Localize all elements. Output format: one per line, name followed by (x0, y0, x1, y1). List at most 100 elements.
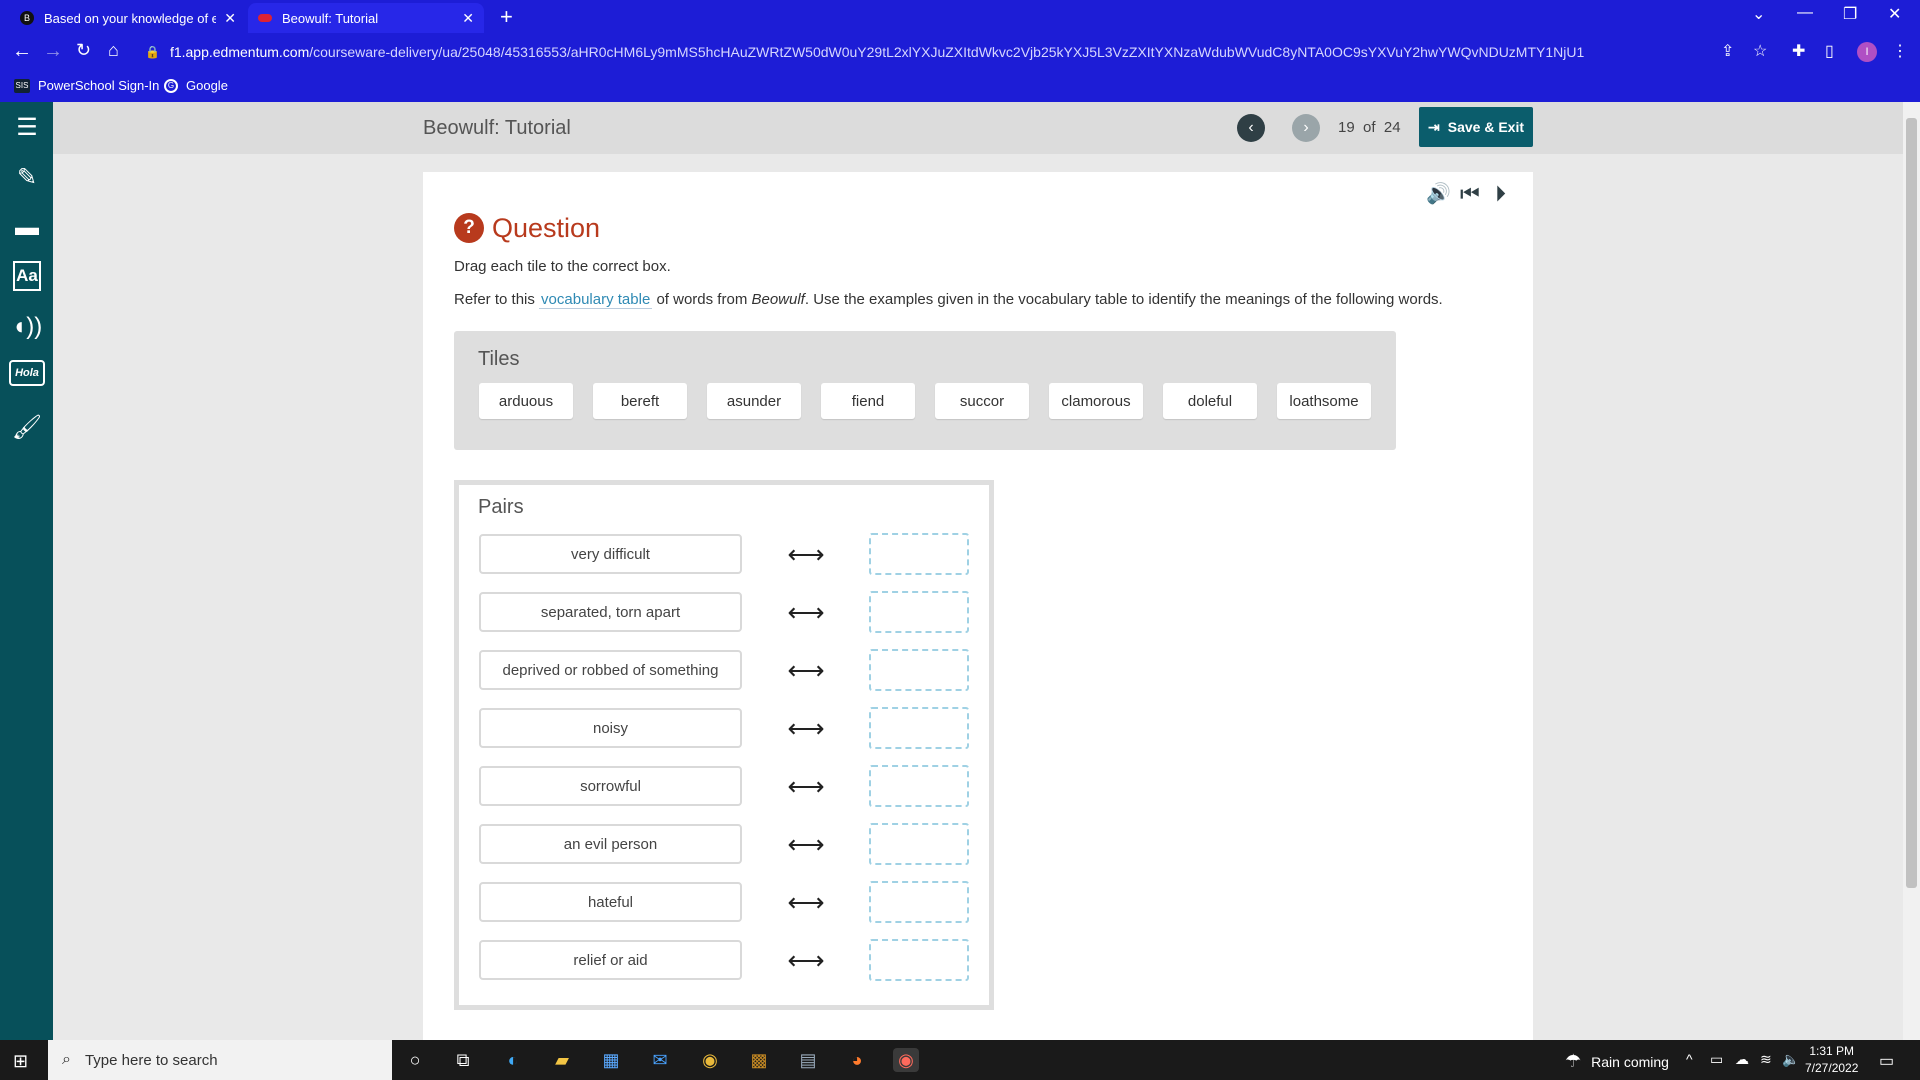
cortana-icon[interactable]: ○ (402, 1048, 428, 1072)
new-tab-icon[interactable]: + (500, 4, 513, 30)
onedrive-icon[interactable]: ☁ (1735, 1051, 1749, 1068)
bookmark-label: Google (186, 78, 228, 93)
minimize-icon[interactable]: — (1797, 4, 1813, 22)
save-exit-label: Save & Exit (1447, 119, 1524, 135)
double-arrow-icon: ⟷ (787, 539, 825, 569)
notes-icon[interactable]: ✎ (10, 160, 44, 194)
pair-definition: deprived or robbed of something (479, 650, 742, 690)
scrollbar-thumb[interactable] (1906, 118, 1917, 888)
extensions-icon[interactable]: ✚ (1792, 41, 1805, 61)
tray-chevron-icon[interactable]: ^ (1686, 1051, 1693, 1067)
double-arrow-icon: ⟷ (787, 945, 825, 975)
tile[interactable]: clamorous (1049, 383, 1143, 419)
browser-tab-epic[interactable]: B Based on your knowledge of epi ✕ (10, 3, 246, 33)
tile[interactable]: succor (935, 383, 1029, 419)
drop-box[interactable] (869, 881, 969, 923)
tile[interactable]: loathsome (1277, 383, 1371, 419)
save-exit-button[interactable]: ⇥ Save & Exit (1419, 107, 1533, 147)
bookmark-google[interactable]: G Google (164, 78, 228, 93)
bookmark-label: PowerSchool Sign-In (38, 78, 160, 93)
tile[interactable]: arduous (479, 383, 573, 419)
vocabulary-table-link[interactable]: vocabulary table (539, 291, 653, 309)
chrome-icon[interactable]: ◉ (697, 1048, 723, 1072)
home-icon[interactable]: ⌂ (108, 40, 119, 61)
refer-post: . Use the examples given in the vocabula… (804, 291, 1443, 308)
drop-box[interactable] (869, 649, 969, 691)
refer-text: Refer to this vocabulary table of words … (454, 291, 1443, 309)
chrome-active-icon[interactable]: ◉ (893, 1048, 919, 1072)
clock-date: 7/27/2022 (1805, 1061, 1859, 1075)
search-placeholder: Type here to search (84, 1051, 218, 1069)
browser-tab-bar: B Based on your knowledge of epi ✕ Beowu… (0, 0, 1920, 33)
forward-icon[interactable]: → (43, 40, 63, 63)
tile[interactable]: bereft (593, 383, 687, 419)
double-arrow-icon: ⟷ (787, 597, 825, 627)
drop-box[interactable] (869, 533, 969, 575)
folder-icon[interactable]: ▬ (10, 211, 44, 245)
play-icon[interactable]: ⏵ (1495, 181, 1506, 207)
drop-box[interactable] (869, 591, 969, 633)
profile-avatar[interactable]: I (1857, 42, 1877, 62)
url-host: f1.app.edmentum.com (169, 44, 310, 60)
translate-hola-icon[interactable]: Hola (9, 360, 45, 386)
drop-box[interactable] (869, 823, 969, 865)
minecraft-icon[interactable]: ▩ (746, 1048, 772, 1072)
task-view-icon[interactable]: ⧉ (450, 1048, 476, 1072)
tile[interactable]: asunder (707, 383, 801, 419)
edmentum-favicon-icon (258, 14, 272, 22)
url-path: /courseware-delivery/ua/25048/45316553/a… (309, 44, 1585, 60)
volume-icon[interactable]: 🔈 (1782, 1051, 1799, 1068)
restore-icon[interactable]: ❐ (1843, 4, 1857, 24)
notifications-icon[interactable]: ▭ (1879, 1051, 1894, 1071)
drop-box[interactable] (869, 765, 969, 807)
double-arrow-icon: ⟷ (787, 829, 825, 859)
windows-start-icon[interactable]: ⊞ (13, 1051, 28, 1072)
bookmark-star-icon[interactable]: ☆ (1753, 41, 1767, 61)
list-menu-icon[interactable]: ☰ (10, 110, 44, 144)
side-panel-icon[interactable]: ▯ (1825, 41, 1834, 61)
windows-taskbar: ⊞ ⌕ Type here to search ○ ⧉ ◐ ▰ ▦ ✉ ◉ ▩ … (0, 1040, 1920, 1080)
browser-tab-beowulf[interactable]: Beowulf: Tutorial ✕ (248, 3, 484, 33)
firefox-icon[interactable]: ◕ (844, 1048, 870, 1072)
double-arrow-icon: ⟷ (787, 713, 825, 743)
taskbar-clock[interactable]: 1:31 PM 7/27/2022 (1805, 1043, 1858, 1077)
store-icon[interactable]: ▦ (598, 1048, 624, 1072)
tile[interactable]: fiend (821, 383, 915, 419)
text-to-speech-icon[interactable]: ◖)) (10, 310, 44, 344)
drop-box[interactable] (869, 707, 969, 749)
share-icon[interactable]: ⇪ (1721, 41, 1734, 61)
app-sidebar: ☰ ✎ ▬ Aa ◖)) Hola 🖌 (0, 102, 53, 1040)
dictionary-icon[interactable]: Aa (13, 261, 41, 291)
speaker-icon[interactable]: 🔊 (1426, 181, 1451, 206)
tab-title: Based on your knowledge of epi (44, 10, 217, 26)
google-icon: G (164, 78, 178, 93)
url-field[interactable]: 🔒 f1.app.edmentum.com/courseware-deliver… (145, 39, 1775, 65)
tile[interactable]: doleful (1163, 383, 1257, 419)
previous-page-button[interactable]: ‹ (1237, 114, 1265, 142)
weather-widget[interactable]: ☂ Rain coming (1565, 1051, 1669, 1072)
app-icon[interactable]: ▤ (795, 1048, 821, 1072)
taskbar-search[interactable]: ⌕ Type here to search (48, 1040, 392, 1080)
back-icon[interactable]: ← (12, 40, 32, 63)
rewind-icon[interactable]: ⏮ (1460, 181, 1480, 207)
close-tab-icon[interactable]: ✕ (224, 10, 236, 27)
mail-icon[interactable]: ✉ (647, 1048, 673, 1072)
drop-box[interactable] (869, 939, 969, 981)
tiles-heading: Tiles (478, 348, 520, 370)
wifi-icon[interactable]: ≋ (1760, 1051, 1772, 1068)
bookmark-powerschool[interactable]: SIS PowerSchool Sign-In (14, 78, 159, 93)
battery-icon[interactable]: ▭ (1710, 1051, 1723, 1068)
close-tab-icon[interactable]: ✕ (462, 10, 474, 27)
clock-time: 1:31 PM (1809, 1044, 1855, 1058)
bookmarks-bar: SIS PowerSchool Sign-In G Google (0, 71, 1920, 102)
reload-icon[interactable]: ↻ (76, 40, 91, 61)
file-explorer-icon[interactable]: ▰ (549, 1048, 575, 1072)
tab-search-chevron-icon[interactable]: ⌄ (1752, 4, 1765, 24)
highlighter-icon[interactable]: 🖌 (10, 410, 44, 444)
page-indicator: 19 of 24 (1338, 119, 1401, 136)
edge-icon[interactable]: ◐ (500, 1048, 526, 1072)
menu-kebab-icon[interactable]: ⋮ (1892, 41, 1908, 61)
next-page-button[interactable]: › (1292, 114, 1320, 142)
close-window-icon[interactable]: ✕ (1888, 4, 1901, 24)
rain-umbrella-icon: ☂ (1565, 1051, 1582, 1071)
